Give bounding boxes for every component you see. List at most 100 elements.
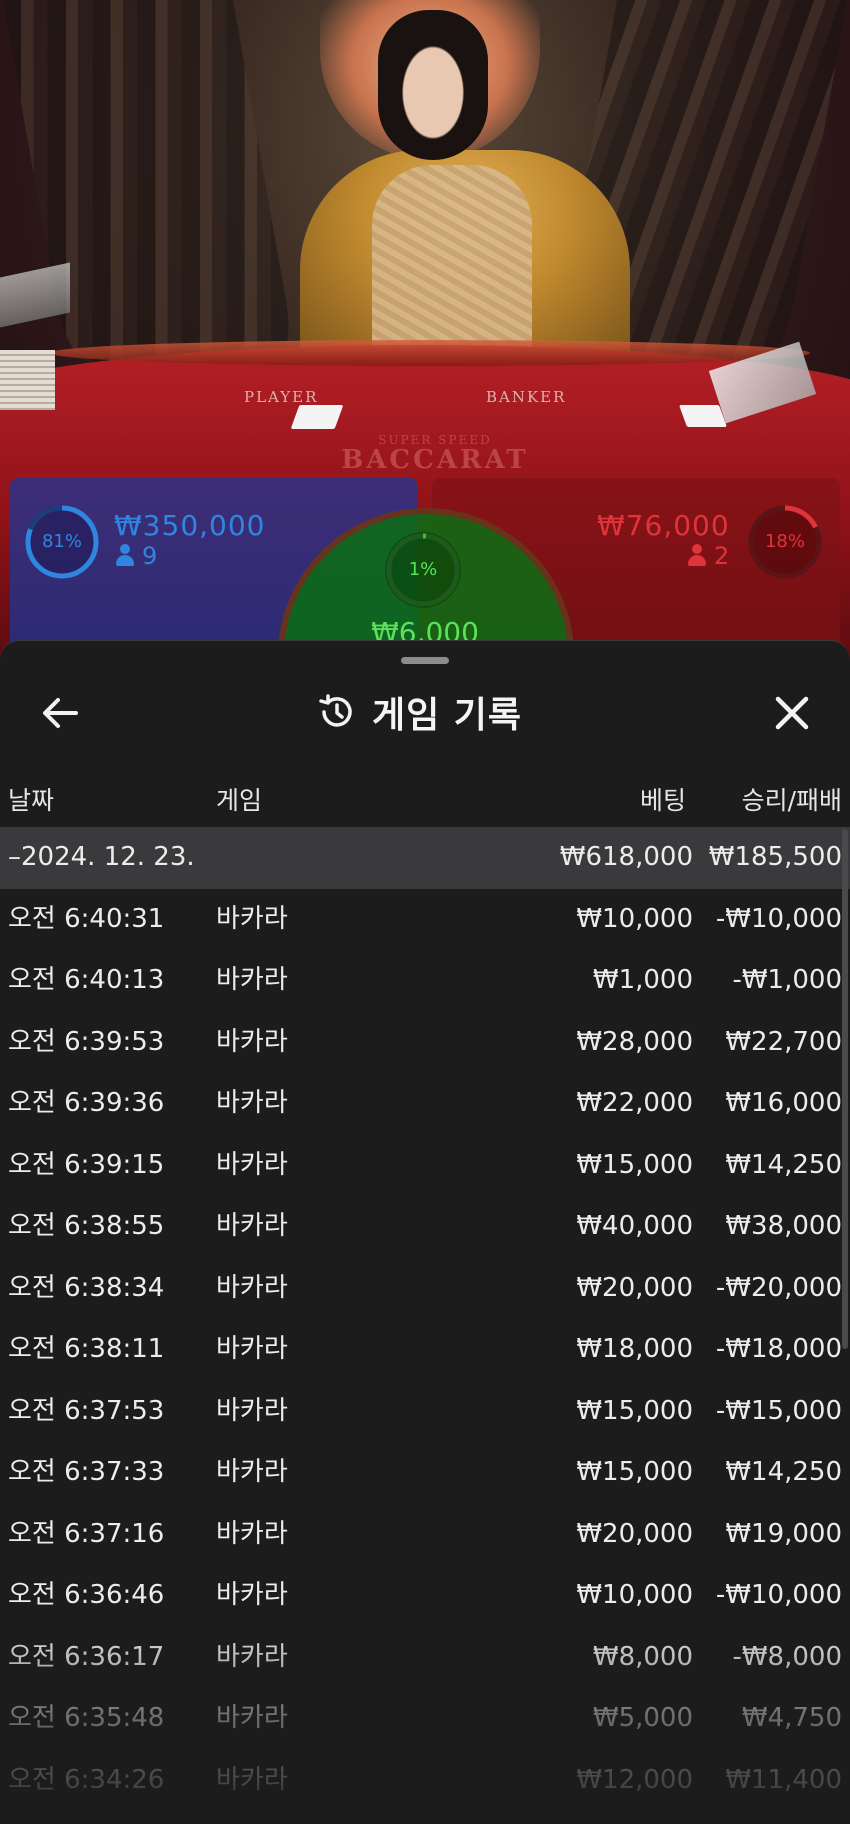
table-row[interactable]: 오전 6:36:46 바카라 ₩10,000 -₩10,000 (0, 1565, 850, 1627)
banker-percent-ring: 18% (747, 504, 823, 580)
row-result: -₩1,000 (732, 965, 842, 995)
row-game: 바카라 (216, 1395, 288, 1426)
row-bet: ₩20,000 (576, 1272, 693, 1303)
dealer-vest (372, 165, 532, 355)
table-row[interactable]: 오전 6:39:36 바카라 ₩22,000 ₩16,000 (0, 1073, 850, 1135)
page-title: 게임 기록 (372, 695, 523, 736)
row-result: ₩11,400 (725, 1764, 842, 1795)
banker-bet-amount: ₩76,000 (597, 509, 730, 542)
table-row[interactable]: 오전 6:35:48 바카라 ₩5,000 ₩4,750 (0, 1688, 850, 1750)
row-bet: ₩18,000 (576, 1334, 693, 1364)
row-time: 오전 6:37:33 (8, 1457, 165, 1487)
row-game: 바카라 (216, 1088, 288, 1118)
table-logo: SUPER SPEED BACCARAT (300, 433, 570, 473)
row-time: 오전 6:38:55 (8, 1211, 165, 1241)
table-row[interactable]: 오전 6:38:55 바카라 ₩40,000 ₩38,000 (0, 1196, 850, 1258)
row-time: 오전 6:39:53 (8, 1026, 165, 1057)
banker-count: 2 (688, 542, 729, 570)
banker-card (678, 405, 728, 427)
table-row[interactable]: 오전 6:39:15 바카라 ₩15,000 ₩14,250 (0, 1135, 850, 1197)
table-row[interactable]: 오전 6:37:16 바카라 ₩20,000 ₩19,000 (0, 1504, 850, 1566)
row-result: -₩10,000 (715, 903, 842, 934)
sheet-header: 게임 기록 (316, 685, 522, 739)
row-result: ₩38,000 (725, 1211, 842, 1241)
row-time: 오전 6:40:31 (8, 903, 165, 934)
table-row[interactable]: 오전 6:37:33 바카라 ₩15,000 ₩14,250 (0, 1442, 850, 1504)
player-bet-amount: ₩350,000 (114, 509, 266, 542)
game-history-sheet: 게임 기록 날짜 게임 베팅 승리/패배 –2024. 12. 23. ₩618… (0, 640, 850, 1824)
row-result: ₩4,750 (741, 1703, 842, 1733)
row-result: ₩16,000 (725, 1088, 842, 1118)
table-row[interactable]: 오전 6:36:17 바카라 ₩8,000 -₩8,000 (0, 1627, 850, 1689)
row-result: -₩8,000 (732, 1641, 842, 1672)
table-row[interactable]: 오전 6:39:53 바카라 ₩28,000 ₩22,700 (0, 1012, 850, 1074)
row-bet: ₩8,000 (592, 1641, 693, 1672)
person-icon (116, 544, 134, 566)
player-percent: 81% (41, 531, 82, 552)
table-rim (50, 340, 810, 366)
row-result: ₩22,700 (725, 1026, 842, 1057)
row-time: 오전 6:37:16 (8, 1518, 165, 1549)
table-row[interactable]: 오전 6:34:26 바카라 ₩12,000 ₩11,400 (0, 1750, 850, 1812)
date-summary-row[interactable]: –2024. 12. 23. ₩618,000 ₩185,500 (0, 827, 850, 889)
row-result: -₩20,000 (715, 1272, 842, 1303)
row-time: 오전 6:36:17 (8, 1641, 165, 1672)
row-time: 오전 6:35:48 (8, 1703, 165, 1733)
table-row[interactable]: 오전 6:38:34 바카라 ₩20,000 -₩20,000 (0, 1258, 850, 1320)
row-game: 바카라 (216, 965, 288, 995)
row-game: 바카라 (216, 1764, 288, 1795)
row-bet: ₩1,000 (592, 965, 693, 995)
row-game: 바카라 (216, 1703, 288, 1733)
column-header-result: 승리/패배 (741, 786, 842, 815)
sheet-drag-handle[interactable] (401, 657, 449, 664)
row-time: 오전 6:39:36 (8, 1088, 165, 1118)
player-card (290, 405, 344, 429)
row-bet: ₩22,000 (576, 1088, 693, 1118)
table-logo-title: BACCARAT (341, 445, 529, 475)
row-time: 오전 6:36:46 (8, 1580, 165, 1610)
row-bet: ₩10,000 (576, 903, 693, 934)
row-time: 오전 6:39:15 (8, 1149, 165, 1180)
player-count-value: 9 (142, 542, 158, 570)
summary-date: –2024. 12. 23. (8, 842, 195, 872)
row-result: ₩14,250 (725, 1149, 842, 1180)
row-time: 오전 6:37:53 (8, 1395, 165, 1426)
player-count: 9 (116, 542, 157, 570)
history-table: –2024. 12. 23. ₩618,000 ₩185,500 오전 6:40… (0, 827, 850, 1811)
table-row[interactable]: 오전 6:38:11 바카라 ₩18,000 -₩18,000 (0, 1319, 850, 1381)
row-game: 바카라 (216, 1518, 288, 1549)
dealer-head (378, 10, 488, 160)
table-row[interactable]: 오전 6:37:53 바카라 ₩15,000 -₩15,000 (0, 1381, 850, 1443)
row-result: -₩15,000 (715, 1395, 842, 1426)
history-icon (319, 694, 352, 727)
row-bet: ₩15,000 (576, 1149, 693, 1180)
row-bet: ₩15,000 (576, 1395, 693, 1426)
tie-percent: 1% (408, 559, 438, 580)
summary-bet: ₩618,000 (559, 842, 693, 872)
column-header-bet: 베팅 (639, 786, 686, 815)
row-game: 바카라 (216, 1457, 288, 1487)
row-bet: ₩40,000 (576, 1211, 693, 1241)
row-game: 바카라 (216, 1580, 288, 1610)
table-player-label: PLAYER (244, 388, 319, 406)
table-row[interactable]: 오전 6:40:31 바카라 ₩10,000 -₩10,000 (0, 889, 850, 951)
row-bet: ₩5,000 (592, 1703, 693, 1733)
back-button[interactable] (36, 689, 84, 737)
close-icon (775, 696, 809, 730)
row-result: ₩14,250 (725, 1457, 842, 1487)
row-bet: ₩28,000 (576, 1026, 693, 1057)
arrow-left-icon (43, 698, 78, 728)
row-game: 바카라 (216, 1211, 288, 1241)
row-bet: ₩10,000 (576, 1580, 693, 1610)
row-game: 바카라 (216, 1334, 288, 1364)
summary-result: ₩185,500 (708, 842, 842, 872)
table-row[interactable]: 오전 6:40:13 바카라 ₩1,000 -₩1,000 (0, 950, 850, 1012)
row-bet: ₩20,000 (576, 1518, 693, 1549)
row-time: 오전 6:40:13 (8, 965, 165, 995)
table-banker-label: BANKER (486, 388, 567, 406)
close-button[interactable] (766, 687, 818, 739)
row-game: 바카라 (216, 1026, 288, 1057)
row-game: 바카라 (216, 903, 288, 934)
row-game: 바카라 (216, 1149, 288, 1180)
scrollbar[interactable] (842, 829, 848, 1349)
